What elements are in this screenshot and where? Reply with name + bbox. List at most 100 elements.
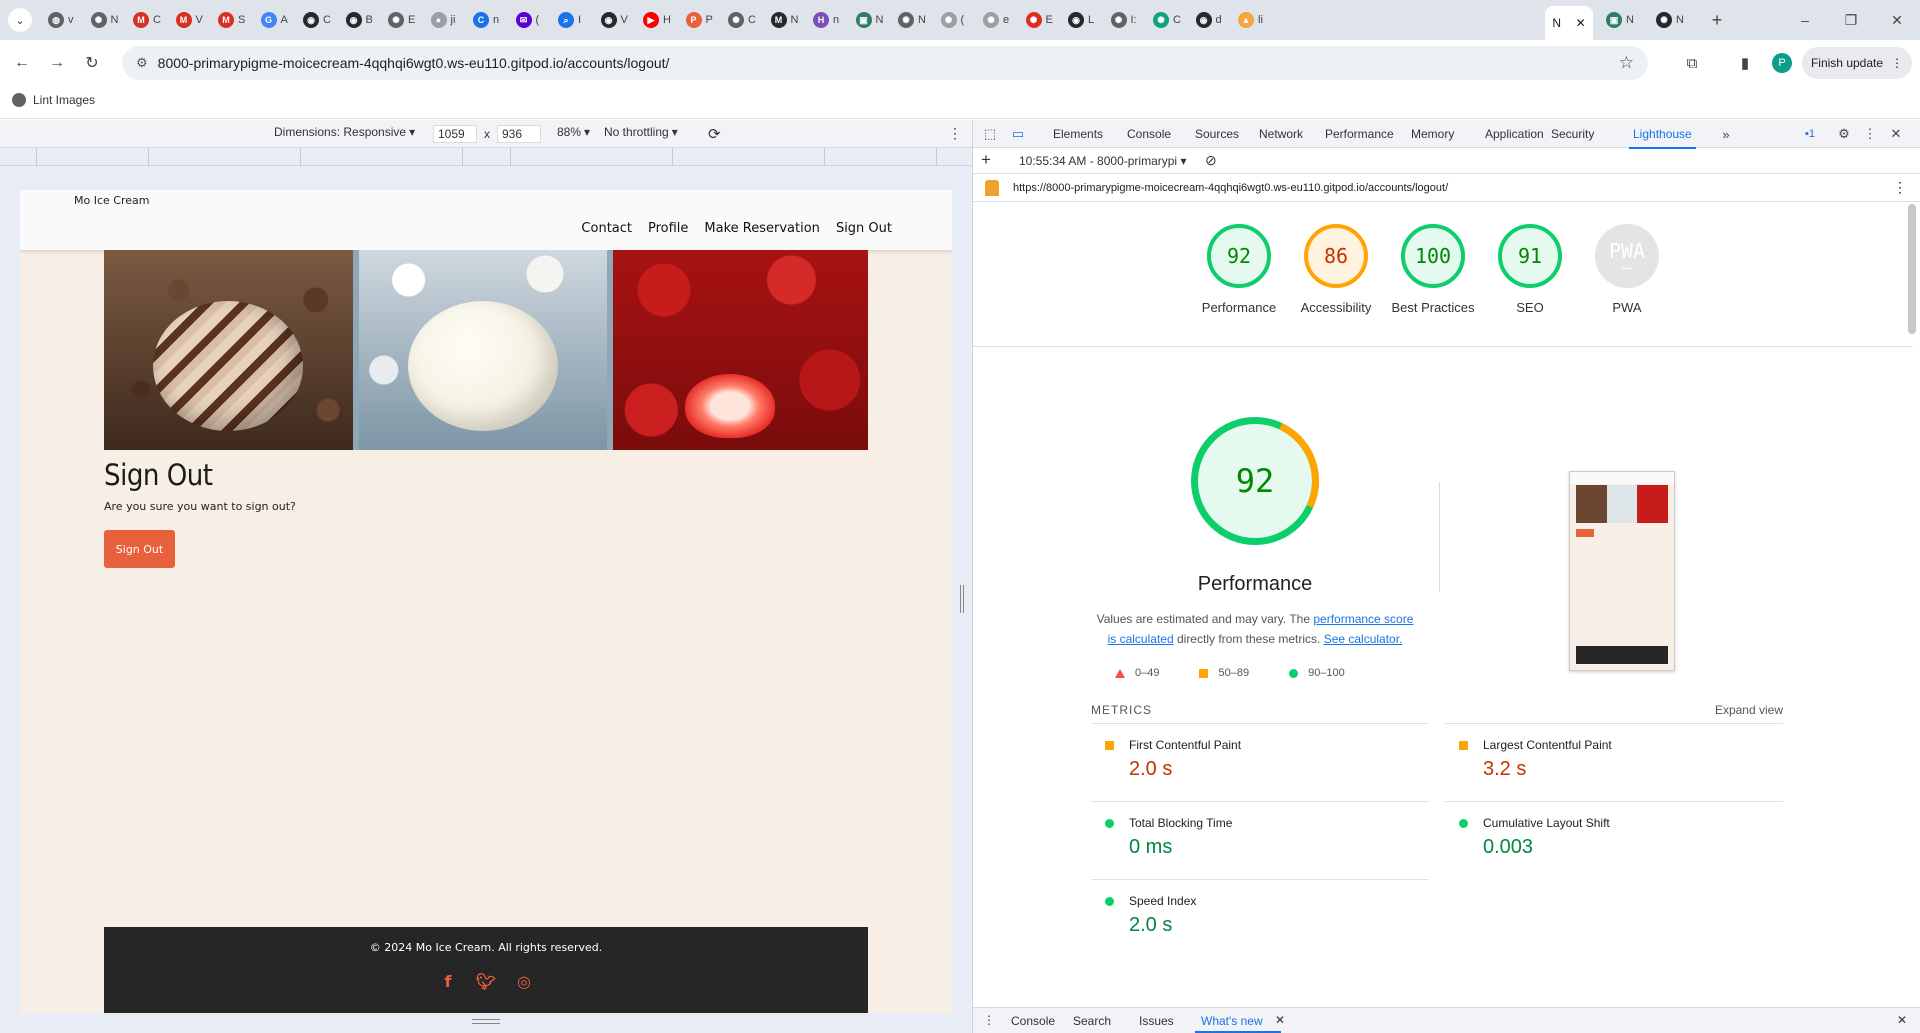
browser-tab[interactable]: Cn — [473, 9, 499, 31]
restore-button[interactable]: ❐ — [1831, 8, 1871, 32]
browser-tab[interactable]: ✺ N — [1656, 9, 1684, 31]
close-drawer-tab-icon[interactable]: ✕ — [1275, 1013, 1285, 1027]
browser-tab[interactable]: ✺ N — [90, 9, 118, 31]
devtools-tab-performance[interactable]: Performance — [1325, 127, 1394, 141]
score-gauge-accessibility[interactable]: 86 Accessibility — [1291, 224, 1381, 318]
devtools-tab-sources[interactable]: Sources — [1195, 127, 1239, 141]
browser-tab[interactable]: ▣ N — [1606, 9, 1634, 31]
devtools-tab-elements[interactable]: Elements — [1053, 127, 1103, 141]
browser-tab[interactable]: ● ji — [430, 9, 455, 31]
side-panel-button[interactable]: ▮ — [1733, 51, 1757, 75]
active-tab[interactable]: N ✕ — [1545, 6, 1593, 40]
nav-link-contact[interactable]: Contact — [581, 221, 632, 236]
settings-button[interactable]: ⚙ — [1835, 125, 1853, 143]
zoom-select[interactable]: 88% ▾ — [557, 125, 590, 139]
see-calculator-link[interactable]: See calculator. — [1324, 632, 1403, 646]
back-button[interactable]: ← — [10, 51, 34, 75]
final-screenshot-thumbnail[interactable] — [1569, 471, 1675, 671]
browser-tab[interactable]: GA — [260, 9, 288, 31]
profile-avatar[interactable]: P — [1772, 53, 1792, 73]
finish-update-button[interactable]: Finish update ⋮ — [1802, 47, 1912, 79]
nav-link-make-reservation[interactable]: Make Reservation — [704, 221, 820, 236]
device-resize-handle[interactable] — [960, 585, 964, 613]
score-gauge-seo[interactable]: 91 SEO — [1485, 224, 1575, 318]
drawer-tab-console[interactable]: Console — [1011, 1014, 1055, 1028]
address-bar[interactable]: ⚙ 8000-primarypigme-moicecream-4qqhqi6wg… — [122, 46, 1648, 80]
scrollbar[interactable] — [1905, 174, 1919, 1009]
device-toggle-button[interactable]: ▭ — [1009, 125, 1027, 143]
browser-tab[interactable]: MC — [133, 9, 161, 31]
browser-tab[interactable]: Hn — [813, 9, 839, 31]
new-report-button[interactable]: + — [981, 150, 991, 170]
instagram-icon[interactable]: ◎ — [514, 971, 534, 991]
close-icon[interactable]: ✕ — [1576, 16, 1586, 30]
drawer-tab-search[interactable]: Search — [1073, 1014, 1111, 1028]
drawer-tab-whats-new[interactable]: What's new — [1195, 1014, 1281, 1033]
height-input[interactable]: 936 — [497, 125, 541, 143]
browser-tab[interactable]: ◍ v — [48, 9, 74, 31]
new-tab-button[interactable]: + — [1705, 8, 1729, 32]
browser-tab[interactable]: ✉( — [515, 9, 539, 31]
report-selector[interactable]: 10:55:34 AM - 8000-primarypi ▾ — [1019, 154, 1186, 168]
devtools-tab-security[interactable]: Security — [1551, 127, 1594, 141]
expand-view-toggle[interactable]: Expand view — [1715, 703, 1783, 717]
close-window-button[interactable]: ✕ — [1877, 8, 1917, 32]
browser-tab[interactable]: MS — [218, 9, 245, 31]
facebook-icon[interactable]: f — [438, 971, 458, 991]
device-more-button[interactable]: ⋮ — [948, 125, 962, 142]
browser-tab[interactable]: ▲ li — [1238, 9, 1263, 31]
browser-tab[interactable]: ✺ C — [728, 9, 756, 31]
browser-tab[interactable]: PP — [685, 9, 713, 31]
device-resize-handle-bottom[interactable] — [472, 1019, 500, 1024]
browser-tab[interactable]: ✺ E — [1025, 9, 1053, 31]
forward-button[interactable]: → — [45, 51, 69, 75]
browser-tab[interactable]: ◉ d — [1195, 9, 1222, 31]
devtools-tab-memory[interactable]: Memory — [1411, 127, 1454, 141]
inspect-element-button[interactable]: ⬚ — [981, 125, 999, 143]
media-query-ruler[interactable] — [0, 148, 972, 166]
more-tabs-button[interactable]: » — [1717, 125, 1735, 143]
browser-tab[interactable]: ⌕ I — [558, 9, 581, 31]
scrollbar-thumb[interactable] — [1908, 204, 1916, 334]
sign-out-button[interactable]: Sign Out — [104, 530, 175, 568]
browser-tab[interactable]: ◉ V — [600, 9, 628, 31]
browser-tab[interactable]: ◉ B — [345, 9, 373, 31]
reload-button[interactable]: ↻ — [80, 51, 104, 75]
close-devtools-button[interactable]: ✕ — [1887, 125, 1905, 143]
bookmark-lint-images[interactable]: Lint Images — [12, 93, 95, 107]
url-text[interactable]: 8000-primarypigme-moicecream-4qqhqi6wgt0… — [158, 55, 670, 71]
browser-tab[interactable]: MV — [175, 9, 203, 31]
report-url[interactable]: https://8000-primarypigme-moicecream-4qq… — [1013, 182, 1448, 194]
browser-tab[interactable]: ◉ C — [303, 9, 331, 31]
score-gauge-performance[interactable]: 92 Performance — [1194, 224, 1284, 318]
devtools-menu-button[interactable]: ⋮ — [1861, 125, 1879, 143]
browser-tab[interactable]: ▣ N — [855, 9, 883, 31]
twitter-icon[interactable]: 🐦︎ — [476, 971, 496, 991]
minimize-button[interactable]: – — [1785, 8, 1825, 32]
browser-tab[interactable]: ◉ L — [1068, 9, 1094, 31]
close-drawer-button[interactable]: ✕ — [1897, 1013, 1907, 1027]
nav-link-profile[interactable]: Profile — [648, 221, 688, 236]
browser-tab[interactable]: ✺( — [940, 9, 964, 31]
drawer-tab-issues[interactable]: Issues — [1139, 1014, 1174, 1028]
devtools-tab-console[interactable]: Console — [1127, 127, 1171, 141]
devtools-tab-lighthouse[interactable]: Lighthouse — [1629, 127, 1696, 149]
dimensions-select[interactable]: Dimensions: Responsive ▾ — [274, 125, 415, 139]
browser-tab[interactable]: MN — [770, 9, 798, 31]
browser-tab[interactable]: ✺ I: — [1110, 9, 1137, 31]
clear-reports-button[interactable]: ⊘ — [1205, 152, 1217, 169]
width-input[interactable]: 1059 — [433, 125, 477, 143]
nav-link-sign-out[interactable]: Sign Out — [836, 221, 892, 236]
site-info-icon[interactable]: ⚙ — [136, 55, 148, 71]
score-gauge-best-practices[interactable]: 100 Best Practices — [1388, 224, 1478, 318]
browser-tab[interactable]: ✺ E — [388, 9, 415, 31]
browser-tab[interactable]: ▶ H — [643, 9, 671, 31]
throttling-select[interactable]: No throttling ▾ — [604, 125, 678, 139]
browser-tab[interactable]: ✺ C — [1153, 9, 1181, 31]
rotate-button[interactable]: ⟳ — [708, 125, 721, 143]
drawer-menu-button[interactable]: ⋮ — [983, 1013, 995, 1027]
issues-counter[interactable]: ▪ 1 — [1795, 125, 1825, 143]
site-brand[interactable]: Mo Ice Cream — [74, 194, 149, 207]
score-gauge-pwa[interactable]: PWA — PWA — [1582, 224, 1672, 318]
devtools-tab-application[interactable]: Application — [1485, 127, 1544, 141]
